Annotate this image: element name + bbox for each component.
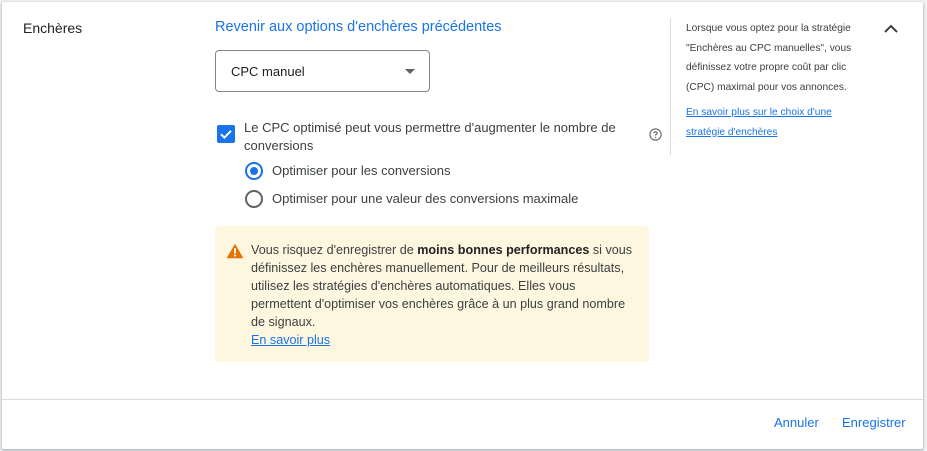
optimize-conversions-radio[interactable]: [245, 162, 263, 180]
optimize-conversion-value-radio[interactable]: [245, 190, 263, 208]
warning-message: Vous risquez d'enregistrer de moins bonn…: [251, 241, 636, 349]
revert-bidding-options-link[interactable]: Revenir aux options d'enchères précédent…: [215, 19, 502, 35]
cancel-button[interactable]: Annuler: [774, 415, 819, 430]
chevron-up-icon[interactable]: [880, 18, 902, 40]
bidding-settings-panel: Enchères Revenir aux options d'enchères …: [2, 2, 923, 449]
warning-text-start: Vous risquez d'enregistrer de: [251, 243, 418, 257]
help-circle-icon[interactable]: [649, 128, 662, 141]
sidebar-help-link[interactable]: En savoir plus sur le choix d'une straté…: [686, 103, 866, 142]
sidebar-help-text: Lorsque vous optez pour la stratégie "En…: [686, 23, 852, 93]
warning-triangle-icon: [226, 243, 244, 264]
bid-strategy-select-value: CPC manuel: [231, 64, 305, 79]
footer-divider: [2, 399, 923, 400]
warning-text-bold: moins bonnes performances: [417, 243, 590, 257]
bid-strategy-select[interactable]: CPC manuel: [215, 50, 430, 92]
sidebar-divider: [670, 18, 671, 155]
optimize-conversion-value-label: Optimiser pour une valeur des conversion…: [272, 191, 579, 206]
learn-more-link[interactable]: En savoir plus: [251, 333, 330, 347]
enhanced-cpc-checkbox[interactable]: [217, 125, 235, 143]
manual-bidding-warning: Vous risquez d'enregistrer de moins bonn…: [215, 226, 649, 362]
optimize-conversions-label: Optimiser pour les conversions: [272, 163, 451, 178]
dropdown-arrow-icon: [405, 69, 415, 74]
checkmark-icon: [220, 130, 232, 140]
save-button[interactable]: Enregistrer: [842, 415, 906, 430]
section-title: Enchères: [23, 20, 83, 36]
enhanced-cpc-label: Le CPC optimisé peut vous permettre d'au…: [244, 120, 616, 153]
